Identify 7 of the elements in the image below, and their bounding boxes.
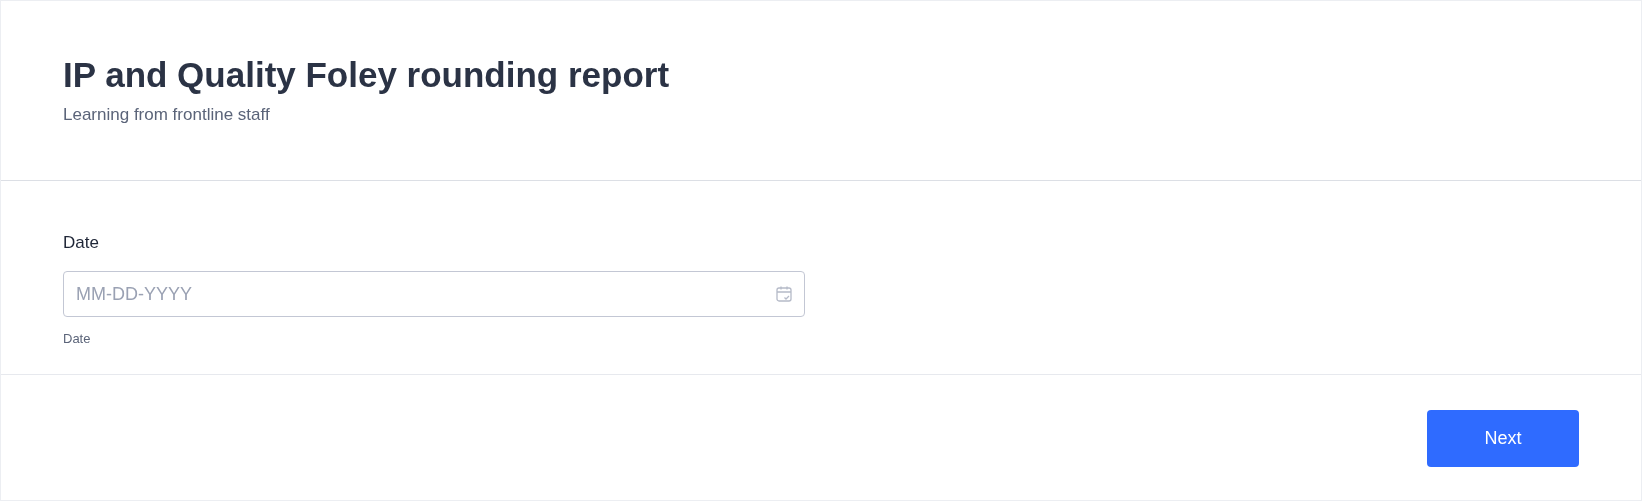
next-button[interactable]: Next [1427, 410, 1579, 467]
form-title: IP and Quality Foley rounding report [63, 54, 671, 96]
calendar-icon[interactable] [775, 285, 793, 303]
field-label: Date [63, 233, 100, 253]
field-hint: Date [63, 331, 92, 346]
date-input-field[interactable]: MM-DD-YYYY [63, 271, 805, 317]
form-subtitle: Learning from frontline staff [63, 105, 271, 125]
